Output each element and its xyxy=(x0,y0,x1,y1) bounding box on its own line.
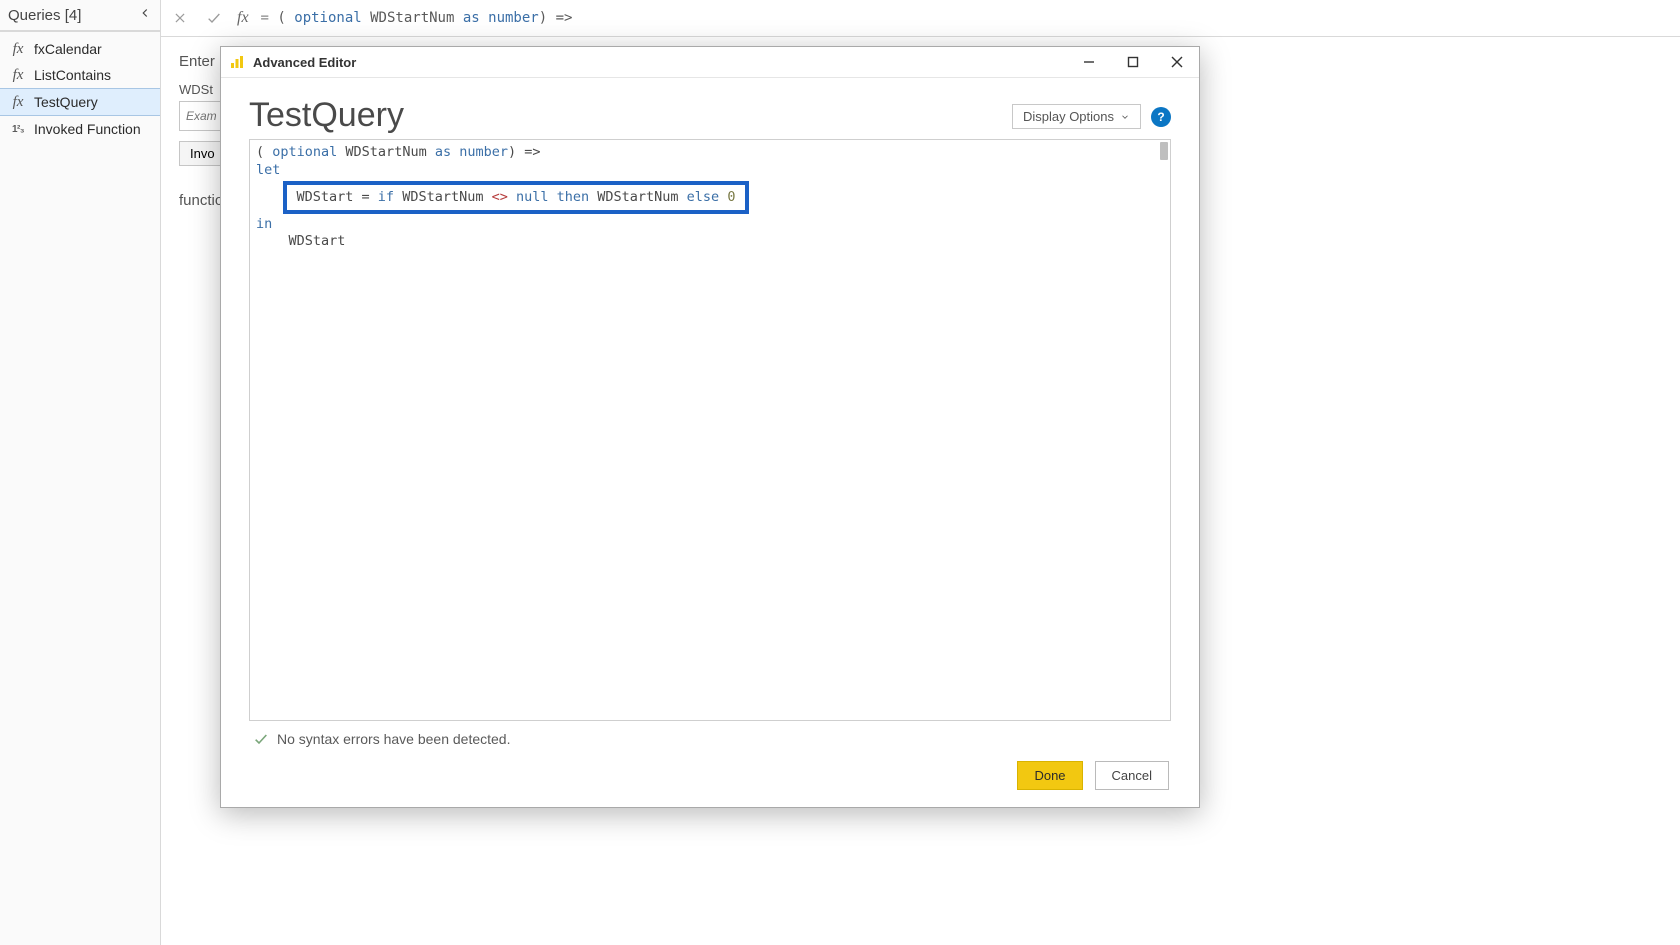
display-options-dropdown[interactable]: Display Options xyxy=(1012,104,1141,129)
queries-pane: Queries [4] fx fxCalendar fx ListContain… xyxy=(0,0,161,945)
checkmark-icon xyxy=(253,731,269,747)
function-icon: fx xyxy=(10,94,26,110)
window-close-button[interactable] xyxy=(1155,47,1199,77)
chevron-down-icon xyxy=(1120,112,1130,122)
number-icon: 1²₃ xyxy=(10,121,26,137)
sidebar-item-label: Invoked Function xyxy=(34,121,141,137)
done-button[interactable]: Done xyxy=(1017,761,1082,790)
formula-confirm-button[interactable] xyxy=(203,7,225,29)
help-button[interactable]: ? xyxy=(1151,107,1171,127)
formula-bar: fx = ( optional WDStartNum as number) => xyxy=(161,0,1680,37)
syntax-status: No syntax errors have been detected. xyxy=(249,721,1171,757)
function-icon: fx xyxy=(10,41,26,57)
sidebar-item-listcontains[interactable]: fx ListContains xyxy=(0,62,160,88)
dialog-titlebar[interactable]: Advanced Editor xyxy=(221,47,1199,78)
invoke-button[interactable]: Invo xyxy=(179,141,225,166)
function-icon: fx xyxy=(10,67,26,83)
code-editor[interactable]: ( optional WDStartNum as number) => let … xyxy=(249,139,1171,721)
syntax-status-text: No syntax errors have been detected. xyxy=(277,731,510,747)
window-maximize-button[interactable] xyxy=(1111,47,1155,77)
fx-icon[interactable]: fx xyxy=(237,9,249,27)
formula-text[interactable]: = ( optional WDStartNum as number) => xyxy=(261,10,573,26)
sidebar-item-fxcalendar[interactable]: fx fxCalendar xyxy=(0,36,160,62)
display-options-label: Display Options xyxy=(1023,109,1114,124)
sidebar-item-label: fxCalendar xyxy=(34,41,102,57)
collapse-chevron-icon[interactable] xyxy=(138,6,152,24)
highlighted-code-box: WDStart = if WDStartNum <> null then WDS… xyxy=(283,181,750,214)
sidebar-item-label: TestQuery xyxy=(34,94,98,110)
sidebar-item-testquery[interactable]: fx TestQuery xyxy=(0,88,160,116)
powerbi-icon xyxy=(229,54,245,70)
editor-scrollbar[interactable] xyxy=(1160,142,1168,160)
queries-header-label: Queries [4] xyxy=(8,7,81,24)
window-minimize-button[interactable] xyxy=(1067,47,1111,77)
sidebar-item-label: ListContains xyxy=(34,67,111,83)
sidebar-item-invokedfunction[interactable]: 1²₃ Invoked Function xyxy=(0,116,160,142)
cancel-button[interactable]: Cancel xyxy=(1095,761,1169,790)
queries-header: Queries [4] xyxy=(0,0,160,32)
query-name-heading: TestQuery xyxy=(249,96,404,135)
queries-list: fx fxCalendar fx ListContains fx TestQue… xyxy=(0,32,160,146)
formula-cancel-button[interactable] xyxy=(169,7,191,29)
advanced-editor-dialog: Advanced Editor TestQuery xyxy=(220,46,1200,808)
dialog-title: Advanced Editor xyxy=(253,55,1067,70)
